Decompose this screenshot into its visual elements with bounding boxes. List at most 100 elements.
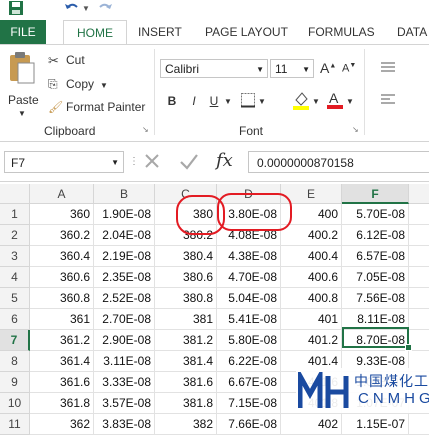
row-header[interactable]: 2 xyxy=(0,225,30,246)
cell-a9[interactable]: 361.6 xyxy=(30,372,94,393)
borders-dropdown-icon[interactable]: ▼ xyxy=(258,97,266,106)
cell-e2[interactable]: 400.2 xyxy=(281,225,342,246)
cell-g6[interactable] xyxy=(409,309,429,330)
shrink-font-icon[interactable]: A▼ xyxy=(342,62,356,75)
font-color-dropdown-icon[interactable]: ▼ xyxy=(346,97,354,106)
cell-e4[interactable]: 400.6 xyxy=(281,267,342,288)
row-header[interactable]: 7 xyxy=(0,330,30,351)
cell-a11[interactable]: 362 xyxy=(30,414,94,435)
cell-a5[interactable]: 360.8 xyxy=(30,288,94,309)
undo-dropdown-icon[interactable]: ▼ xyxy=(82,4,90,13)
grow-font-icon[interactable]: A▲ xyxy=(320,60,336,76)
cell-d6[interactable]: 5.41E-08 xyxy=(217,309,281,330)
row-header[interactable]: 1 xyxy=(0,204,30,225)
cell-a6[interactable]: 361 xyxy=(30,309,94,330)
cell-e6[interactable]: 401 xyxy=(281,309,342,330)
row-header[interactable]: 3 xyxy=(0,246,30,267)
cell-c6[interactable]: 381 xyxy=(155,309,217,330)
cell-g1[interactable] xyxy=(409,204,429,225)
copy-button[interactable]: ⎘ Copy ▼ xyxy=(48,75,158,95)
cell-g2[interactable] xyxy=(409,225,429,246)
enter-icon[interactable] xyxy=(178,151,200,176)
cell-a3[interactable]: 360.4 xyxy=(30,246,94,267)
cell-d11[interactable]: 7.66E-08 xyxy=(217,414,281,435)
select-all-corner[interactable] xyxy=(0,184,30,204)
tab-data[interactable]: DATA xyxy=(397,20,427,44)
cell-a4[interactable]: 360.6 xyxy=(30,267,94,288)
cell-d3[interactable]: 4.38E-08 xyxy=(217,246,281,267)
cell-d8[interactable]: 6.22E-08 xyxy=(217,351,281,372)
column-header-b[interactable]: B xyxy=(94,184,155,204)
cell-g11[interactable] xyxy=(409,414,429,435)
cell-f4[interactable]: 7.05E-08 xyxy=(342,267,409,288)
row-header[interactable]: 8 xyxy=(0,351,30,372)
cell-g3[interactable] xyxy=(409,246,429,267)
tab-insert[interactable]: INSERT xyxy=(138,20,182,44)
bold-button[interactable]: B xyxy=(164,93,180,109)
cell-b6[interactable]: 2.70E-08 xyxy=(94,309,155,330)
tab-file[interactable]: FILE xyxy=(0,20,46,44)
row-header[interactable]: 6 xyxy=(0,309,30,330)
align-top-icon[interactable] xyxy=(380,61,396,80)
cell-e7[interactable]: 401.2 xyxy=(281,330,342,351)
cell-d7[interactable]: 5.80E-08 xyxy=(217,330,281,351)
cell-a8[interactable]: 361.4 xyxy=(30,351,94,372)
font-name-combo[interactable]: Calibri ▼ xyxy=(160,59,268,78)
cell-c11[interactable]: 382 xyxy=(155,414,217,435)
tab-formulas[interactable]: FORMULAS xyxy=(308,20,375,44)
cancel-icon[interactable] xyxy=(142,151,162,176)
fill-dropdown-icon[interactable]: ▼ xyxy=(312,97,320,106)
font-launcher-icon[interactable]: ↘ xyxy=(352,125,359,134)
cell-c7[interactable]: 381.2 xyxy=(155,330,217,351)
cell-f5[interactable]: 7.56E-08 xyxy=(342,288,409,309)
cell-b1[interactable]: 1.90E-08 xyxy=(94,204,155,225)
cell-b9[interactable]: 3.33E-08 xyxy=(94,372,155,393)
underline-dropdown-icon[interactable]: ▼ xyxy=(224,97,232,106)
cell-a1[interactable]: 360 xyxy=(30,204,94,225)
fill-handle[interactable] xyxy=(405,344,412,351)
cell-b7[interactable]: 2.90E-08 xyxy=(94,330,155,351)
redo-icon[interactable] xyxy=(97,1,113,18)
cell-d10[interactable]: 7.15E-08 xyxy=(217,393,281,414)
cell-a2[interactable]: 360.2 xyxy=(30,225,94,246)
cell-b10[interactable]: 3.57E-08 xyxy=(94,393,155,414)
undo-icon[interactable] xyxy=(64,1,80,18)
cell-b4[interactable]: 2.35E-08 xyxy=(94,267,155,288)
cell-g4[interactable] xyxy=(409,267,429,288)
cell-f2[interactable]: 6.12E-08 xyxy=(342,225,409,246)
cell-b3[interactable]: 2.19E-08 xyxy=(94,246,155,267)
format-painter-button[interactable]: 🖌 Format Painter xyxy=(48,98,158,118)
row-header[interactable]: 4 xyxy=(0,267,30,288)
column-header-g[interactable] xyxy=(409,184,429,204)
cell-b8[interactable]: 3.11E-08 xyxy=(94,351,155,372)
italic-button[interactable]: I xyxy=(186,93,202,109)
cell-a10[interactable]: 361.8 xyxy=(30,393,94,414)
cell-d4[interactable]: 4.70E-08 xyxy=(217,267,281,288)
cell-e11[interactable]: 402 xyxy=(281,414,342,435)
cell-d9[interactable]: 6.67E-08 xyxy=(217,372,281,393)
row-header[interactable]: 5 xyxy=(0,288,30,309)
tab-page-layout[interactable]: PAGE LAYOUT xyxy=(205,20,288,44)
clipboard-launcher-icon[interactable]: ↘ xyxy=(142,125,149,134)
column-header-f[interactable]: F xyxy=(342,184,409,204)
cell-f11[interactable]: 1.15E-07 xyxy=(342,414,409,435)
cell-e3[interactable]: 400.4 xyxy=(281,246,342,267)
cell-b2[interactable]: 2.04E-08 xyxy=(94,225,155,246)
cut-button[interactable]: ✂ Cut xyxy=(48,51,158,71)
cell-g5[interactable] xyxy=(409,288,429,309)
cell-e5[interactable]: 400.8 xyxy=(281,288,342,309)
align-left-icon[interactable] xyxy=(380,93,396,112)
tab-home[interactable]: HOME xyxy=(63,20,127,44)
cell-g7[interactable] xyxy=(409,330,429,351)
cell-d5[interactable]: 5.04E-08 xyxy=(217,288,281,309)
row-header[interactable]: 11 xyxy=(0,414,30,435)
borders-icon[interactable] xyxy=(240,92,256,113)
cell-b11[interactable]: 3.83E-08 xyxy=(94,414,155,435)
cell-c5[interactable]: 380.8 xyxy=(155,288,217,309)
cell-b5[interactable]: 2.52E-08 xyxy=(94,288,155,309)
cell-c10[interactable]: 381.8 xyxy=(155,393,217,414)
cell-a7[interactable]: 361.2 xyxy=(30,330,94,351)
save-icon[interactable] xyxy=(8,0,24,19)
cell-c9[interactable]: 381.6 xyxy=(155,372,217,393)
name-box[interactable]: F7 ▼ xyxy=(4,151,124,173)
